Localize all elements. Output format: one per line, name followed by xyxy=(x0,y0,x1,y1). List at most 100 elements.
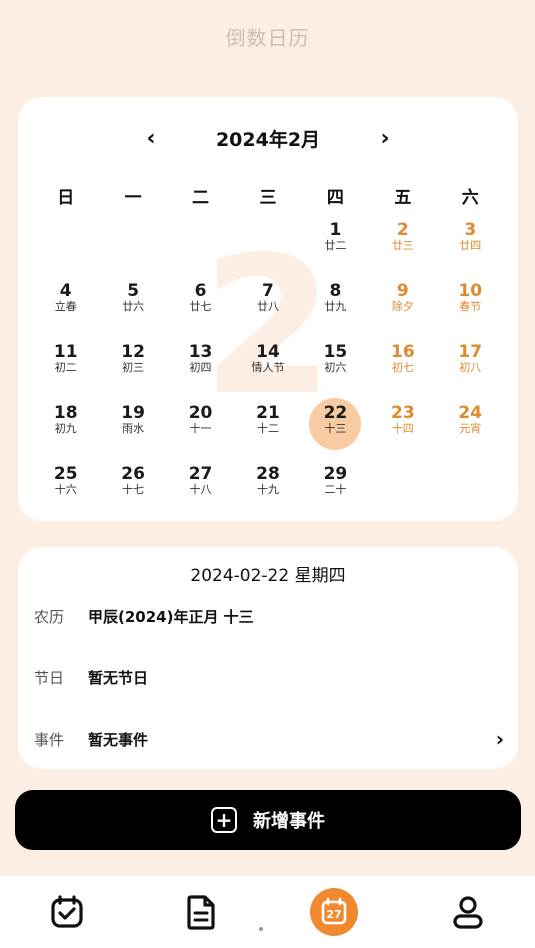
chevron-right-icon: › xyxy=(495,727,504,751)
calendar-week-row: 4 立春 5 廿六 6 廿七 7 廿八 8 廿九 9 除夕 10 春节 xyxy=(32,276,504,337)
lunar-day-label: 初二 xyxy=(54,361,77,374)
calendar-day-22[interactable]: 22 十三 xyxy=(302,398,369,459)
bottom-tab-bar: 27 xyxy=(0,876,535,948)
lunar-day-label: 除夕 xyxy=(391,300,414,313)
calendar-day-23[interactable]: 23 十四 xyxy=(369,398,436,459)
lunar-row: 农历 甲辰(2024)年正月 十三 xyxy=(34,601,504,631)
add-event-button[interactable]: + 新增事件 xyxy=(15,790,521,850)
lunar-day-label: 初四 xyxy=(189,361,212,374)
calendar-day-13[interactable]: 13 初四 xyxy=(167,337,234,398)
calendar-week-row: 11 初二 12 初三 13 初四 14 情人节 15 初六 16 初七 17 初八 xyxy=(32,337,504,398)
calendar-day-9[interactable]: 9 除夕 xyxy=(369,276,436,337)
calendar-day-1[interactable]: 1 廿二 xyxy=(302,215,369,276)
calendar-day-21[interactable]: 21 十二 xyxy=(234,398,301,459)
tab-notes[interactable] xyxy=(171,882,231,942)
day-number: 25 xyxy=(53,464,78,484)
weekday-label: 六 xyxy=(461,188,479,208)
plus-square-icon: + xyxy=(211,807,237,833)
day-number: 20 xyxy=(188,403,213,423)
event-label: 事件 xyxy=(34,730,65,749)
month-navigation: ‹ 2024年2月 › xyxy=(18,123,518,153)
calendar-day-4[interactable]: 4 立春 xyxy=(32,276,99,337)
calendar-day-16[interactable]: 16 初七 xyxy=(369,337,436,398)
lunar-day-label: 廿三 xyxy=(391,239,414,252)
lunar-day-label: 情人节 xyxy=(251,361,285,374)
day-number: 29 xyxy=(323,464,348,484)
day-number: 23 xyxy=(390,403,415,423)
calendar-day-20[interactable]: 20 十一 xyxy=(167,398,234,459)
selected-date: 2024-02-22 星期四 xyxy=(190,566,346,586)
festival-label: 节日 xyxy=(34,668,65,687)
calendar-day-6[interactable]: 6 廿七 xyxy=(167,276,234,337)
calendar-day-2[interactable]: 2 廿三 xyxy=(369,215,436,276)
day-number: 22 xyxy=(323,403,348,423)
date-detail-card: 2024-02-22 星期四 农历 甲辰(2024)年正月 十三 节日 暂无节日… xyxy=(18,547,518,769)
user-icon xyxy=(453,896,483,929)
weekday-label: 四 xyxy=(326,188,344,208)
lunar-day-label: 廿七 xyxy=(189,300,212,313)
month-label: 2024年2月 xyxy=(215,129,321,151)
day-number: 17 xyxy=(458,342,483,362)
lunar-day-label: 十八 xyxy=(189,483,212,496)
calendar-day-27[interactable]: 27 十八 xyxy=(167,459,234,520)
tab-calendar[interactable]: 27 xyxy=(304,882,364,942)
lunar-label: 农历 xyxy=(34,607,65,626)
lunar-day-label: 初九 xyxy=(54,422,77,435)
calendar-day-24[interactable]: 24 元宵 xyxy=(437,398,504,459)
festival-row: 节日 暂无节日 xyxy=(34,662,504,692)
calendar-day-11[interactable]: 11 初二 xyxy=(32,337,99,398)
weekday-label: 二 xyxy=(192,188,210,208)
calendar-day-17[interactable]: 17 初八 xyxy=(437,337,504,398)
calendar-day-7[interactable]: 7 廿八 xyxy=(234,276,301,337)
day-number: 21 xyxy=(256,403,280,423)
calendar-day-14[interactable]: 14 情人节 xyxy=(234,337,301,398)
calendar-day-3[interactable]: 3 廿四 xyxy=(437,215,504,276)
lunar-value: 甲辰(2024)年正月 十三 xyxy=(88,607,254,626)
indicator-dot xyxy=(259,927,263,931)
day-number: 9 xyxy=(396,281,409,301)
day-number: 12 xyxy=(121,342,145,362)
calendar-week-row: 18 初九 19 雨水 20 十一 21 十二 22 十三 23 十四 24 元宵 xyxy=(32,398,504,459)
calendar-day-18[interactable]: 18 初九 xyxy=(32,398,99,459)
lunar-day-label: 立春 xyxy=(54,300,77,313)
lunar-day-label: 十九 xyxy=(256,483,279,496)
calendar-day-26[interactable]: 26 十七 xyxy=(99,459,166,520)
next-month-icon[interactable]: › xyxy=(370,123,400,153)
calendar-day-19[interactable]: 19 雨水 xyxy=(99,398,166,459)
calendar-day-8[interactable]: 8 廿九 xyxy=(302,276,369,337)
weekday-label: 五 xyxy=(394,188,412,208)
calendar-day-5[interactable]: 5 廿六 xyxy=(99,276,166,337)
day-number: 19 xyxy=(121,403,145,423)
event-row[interactable]: 事件 暂无事件 › xyxy=(34,724,504,754)
lunar-day-label: 初三 xyxy=(122,361,145,374)
day-number: 15 xyxy=(323,342,348,362)
day-number: 7 xyxy=(262,281,274,301)
calendar-card: 2 ‹ 2024年2月 › 日 一 二 三 四 五 六 1 廿二 2 廿三 3 廿四 4 立春… xyxy=(18,97,518,521)
lunar-day-label: 雨水 xyxy=(122,422,145,435)
tab-profile[interactable] xyxy=(438,882,498,942)
document-icon xyxy=(187,895,215,930)
lunar-day-label: 廿九 xyxy=(324,300,347,313)
calendar-day-28[interactable]: 28 十九 xyxy=(234,459,301,520)
lunar-day-label: 初七 xyxy=(391,361,414,374)
lunar-day-label: 春节 xyxy=(459,300,482,313)
calendar-day-12[interactable]: 12 初三 xyxy=(99,337,166,398)
calendar-day-15[interactable]: 15 初六 xyxy=(302,337,369,398)
calendar-tab-badge: 27 xyxy=(327,908,342,921)
calendar-check-icon xyxy=(51,895,83,928)
calendar-empty-cell xyxy=(167,215,234,276)
day-number: 14 xyxy=(256,342,280,362)
lunar-day-label: 十三 xyxy=(324,422,347,435)
calendar-day-29[interactable]: 29 二十 xyxy=(302,459,369,520)
day-number: 26 xyxy=(121,464,145,484)
day-number: 2 xyxy=(396,220,409,240)
calendar-day-10[interactable]: 10 春节 xyxy=(437,276,504,337)
day-number: 5 xyxy=(127,281,140,301)
lunar-day-label: 廿四 xyxy=(459,239,482,252)
tab-countdown[interactable] xyxy=(37,882,97,942)
prev-month-icon[interactable]: ‹ xyxy=(136,123,166,153)
day-number: 10 xyxy=(458,281,483,301)
calendar-day-25[interactable]: 25 十六 xyxy=(32,459,99,520)
calendar-empty-cell xyxy=(32,215,99,276)
calendar-27-icon: 27 xyxy=(310,888,359,936)
